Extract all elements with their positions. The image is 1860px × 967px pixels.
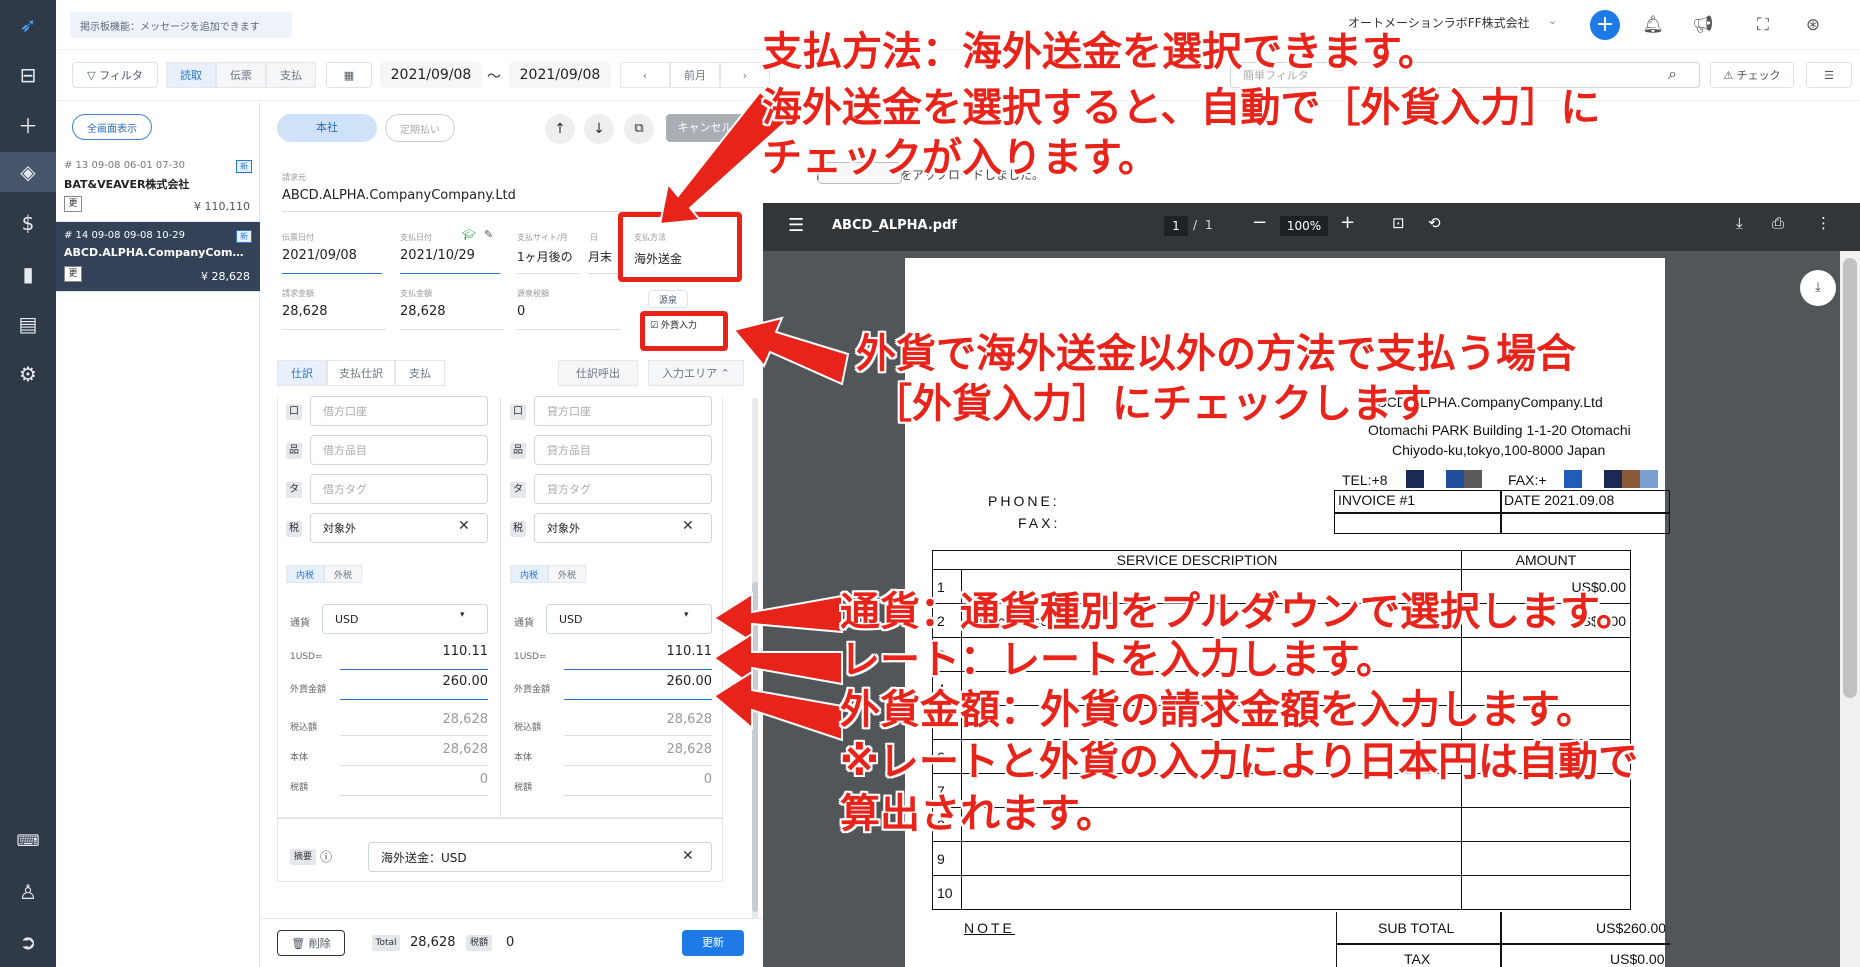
- annotation-top-3: チェックが入ります。: [762, 135, 1158, 181]
- arrow-currency: [712, 592, 843, 644]
- annotation-note-1: ※レートと外貨の入力により日本円は自動で: [840, 739, 1639, 785]
- annotation-fx: 外貨金額：外貨の請求金額を入力します。: [840, 687, 1596, 733]
- arrow-rate: [712, 632, 843, 688]
- annotation-top-1: 支払方法：海外送金を選択できます。: [762, 29, 1438, 75]
- annotation-top-2: 海外送金を選択すると、自動で［外貨入力］に: [762, 85, 1601, 131]
- annotation-rate: レート：レートを入力します。: [840, 637, 1396, 683]
- arrow-fx: [712, 670, 843, 742]
- annotation-mid-1: 外貨で海外送金以外の方法で支払う場合: [856, 331, 1576, 377]
- arrow-mid: [732, 316, 850, 386]
- annotation-mid-2: ［外貨入力］にチェックします: [872, 381, 1432, 427]
- annotation-note-2: 算出されます。: [840, 791, 1116, 837]
- annotation-currency: 通貨：通貨種別をプルダウンで選択します。: [840, 589, 1636, 635]
